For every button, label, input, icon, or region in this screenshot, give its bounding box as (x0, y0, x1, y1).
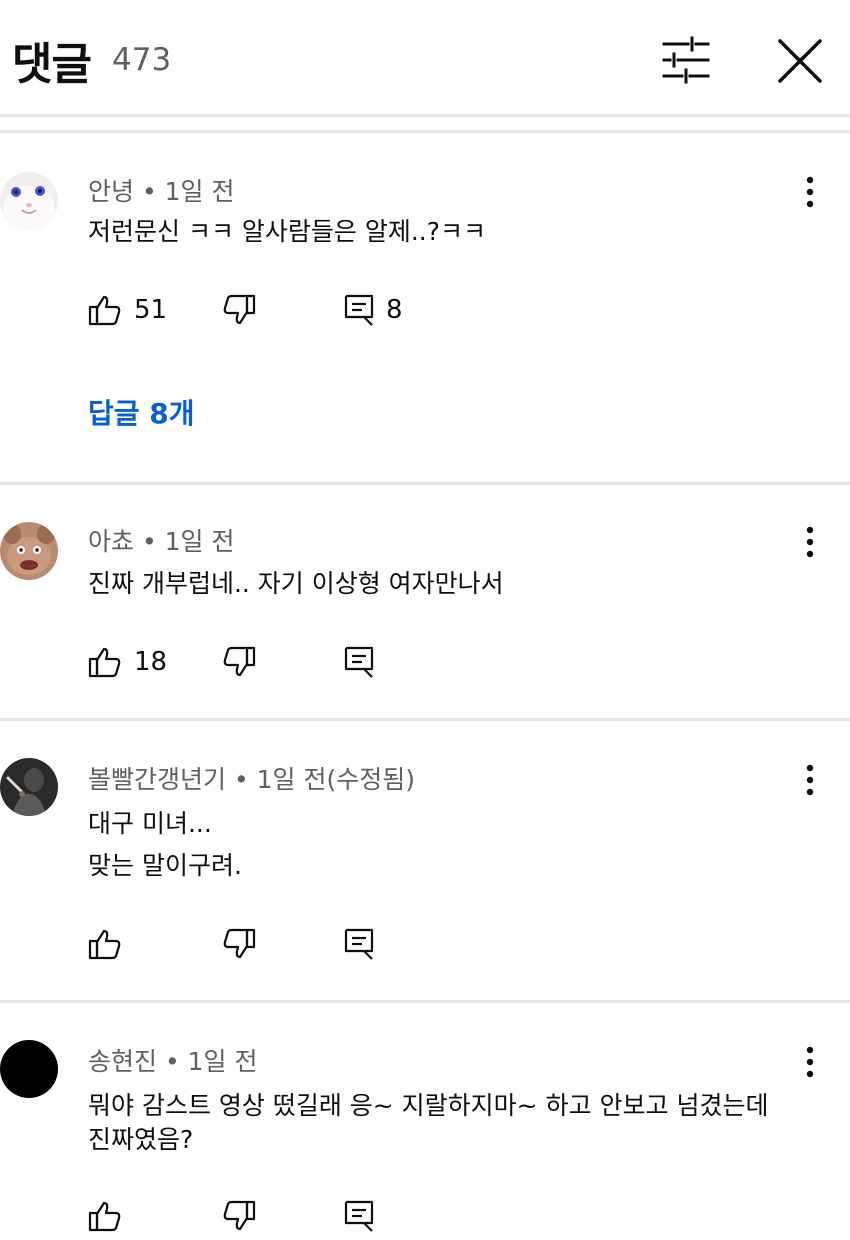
header-divider-secondary (0, 130, 850, 133)
comment-author[interactable]: 송현진 (88, 1047, 157, 1076)
comments-title: 댓글 (12, 39, 92, 90)
reply-button[interactable]: 8 (344, 290, 403, 330)
avatar[interactable] (0, 522, 58, 580)
thumb-down-icon (222, 293, 256, 327)
comment-divider (0, 718, 850, 721)
avatar[interactable] (0, 1040, 58, 1098)
comment-divider (0, 1000, 850, 1003)
reply-button[interactable] (344, 924, 374, 964)
sliders-icon[interactable] (660, 36, 712, 84)
comment-divider (0, 482, 850, 485)
more-vert-icon[interactable] (796, 1044, 824, 1080)
comment-item: 안녕 • 1일 전 저런문신 ㅋㅋ 알사람들은 알제..?ㅋㅋ 51 8 답글 … (0, 140, 850, 480)
thumb-down-icon (222, 645, 256, 679)
comments-header: 댓글 473 (0, 0, 850, 120)
thumb-up-icon (88, 293, 122, 327)
comment-author[interactable]: 볼빨간갱년기 (88, 765, 226, 794)
comment-time: 1일 전 (187, 1047, 258, 1076)
comment-text: 진짜였음? (88, 1125, 194, 1154)
comment-text: 대구 미녀... (88, 809, 212, 838)
comment-item: 볼빨간갱년기 • 1일 전(수정됨) 대구 미녀... 맞는 말이구려. (0, 726, 850, 998)
comment-author[interactable]: 안녕 (88, 177, 134, 206)
thumb-up-icon (88, 1199, 122, 1233)
comment-text: 뭐야 감스트 영상 떴길래 응~ 지랄하지마~ 하고 안보고 넘겼는데 (88, 1091, 769, 1120)
comment-author[interactable]: 아쵸 (88, 527, 134, 556)
thumb-up-icon (88, 927, 122, 961)
comment-icon (344, 927, 374, 961)
thumb-down-icon (222, 1199, 256, 1233)
close-icon[interactable] (774, 36, 826, 86)
view-replies-link[interactable]: 답글 8개 (88, 392, 195, 432)
like-count: 18 (134, 647, 168, 677)
reply-count: 8 (386, 295, 403, 325)
comment-icon (344, 645, 374, 679)
dislike-button[interactable] (222, 1196, 256, 1236)
more-vert-icon[interactable] (796, 524, 824, 560)
more-vert-icon[interactable] (796, 762, 824, 798)
comment-item: 아쵸 • 1일 전 진짜 개부럽네.. 자기 이상형 여자만나서 18 (0, 490, 850, 716)
comment-meta: 송현진 • 1일 전 (88, 1047, 258, 1076)
comment-text: 맞는 말이구려. (88, 851, 242, 880)
avatar[interactable] (0, 172, 58, 230)
comment-time: 1일 전(수정됨) (256, 765, 416, 794)
comment-text: 저런문신 ㅋㅋ 알사람들은 알제..?ㅋㅋ (88, 217, 487, 246)
dislike-button[interactable] (222, 642, 256, 682)
avatar[interactable] (0, 758, 58, 816)
more-vert-icon[interactable] (796, 174, 824, 210)
like-button[interactable]: 18 (88, 642, 167, 682)
reply-button[interactable] (344, 642, 374, 682)
like-button[interactable] (88, 924, 122, 964)
header-divider (0, 114, 850, 117)
dislike-button[interactable] (222, 924, 256, 964)
thumb-down-icon (222, 927, 256, 961)
comment-item: 송현진 • 1일 전 뭐야 감스트 영상 떴길래 응~ 지랄하지마~ 하고 안보… (0, 1008, 850, 1240)
comment-time: 1일 전 (164, 527, 235, 556)
comment-icon (344, 293, 374, 327)
comment-text: 진짜 개부럽네.. 자기 이상형 여자만나서 (88, 569, 504, 598)
like-button[interactable]: 51 (88, 290, 167, 330)
comment-icon (344, 1199, 374, 1233)
like-count: 51 (134, 295, 168, 325)
comment-meta: 안녕 • 1일 전 (88, 177, 235, 206)
comment-meta: 볼빨간갱년기 • 1일 전(수정됨) (88, 765, 416, 794)
thumb-up-icon (88, 645, 122, 679)
like-button[interactable] (88, 1196, 122, 1236)
reply-button[interactable] (344, 1196, 374, 1236)
comment-meta: 아쵸 • 1일 전 (88, 527, 235, 556)
comments-count: 473 (112, 42, 172, 78)
comment-time: 1일 전 (164, 177, 235, 206)
dislike-button[interactable] (222, 290, 256, 330)
